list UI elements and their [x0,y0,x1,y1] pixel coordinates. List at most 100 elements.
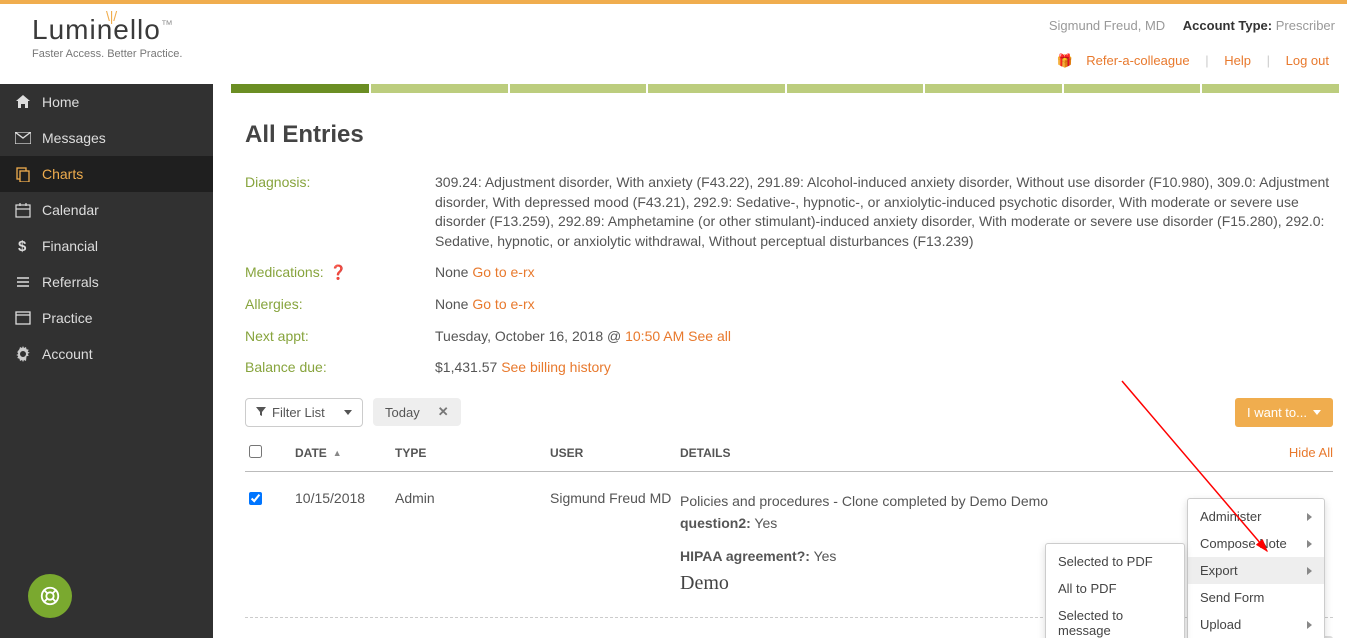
sidebar-item-financial[interactable]: $ Financial [0,228,213,264]
sidebar-item-label: Account [42,346,93,362]
chevron-down-icon [344,410,352,415]
question2-value: Yes [754,515,777,531]
calendar-icon [14,202,32,218]
header-right: Sigmund Freud, MD Account Type: Prescrib… [1049,14,1335,69]
menu-compose-note[interactable]: Compose Note [1188,530,1324,557]
sort-asc-icon: ▲ [333,448,342,458]
gift-icon: 🎁 [1056,53,1072,68]
sidebar-item-calendar[interactable]: Calendar [0,192,213,228]
chevron-right-icon [1307,513,1312,521]
menu-export[interactable]: Export [1188,557,1324,584]
sidebar-item-account[interactable]: Account [0,336,213,372]
account-type-label: Account Type: [1183,18,1272,33]
tab[interactable] [648,84,787,93]
envelope-icon [14,132,32,144]
logo-text: \ | / Luminello™ [32,14,174,46]
row-checkbox[interactable] [249,492,262,505]
tab[interactable] [371,84,510,93]
sidebar-item-label: Calendar [42,202,99,218]
tab[interactable] [787,84,926,93]
tab[interactable] [1064,84,1203,93]
billing-history-link[interactable]: See billing history [501,359,611,375]
i-want-menu: Administer Compose Note Export Send Form… [1187,498,1325,638]
balance-label: Balance due: [245,358,435,378]
sidebar-item-home[interactable]: Home [0,84,213,120]
sidebar: Home Messages Charts Calendar $ Financia… [0,84,213,638]
sidebar-item-label: Charts [42,166,83,182]
sidebar-item-messages[interactable]: Messages [0,120,213,156]
help-link[interactable]: Help [1224,53,1251,68]
tab-active[interactable] [231,84,371,93]
filter-list-button[interactable]: Filter List [245,398,363,427]
toolbar: Filter List Today ✕ I want to... [231,390,1347,435]
menu-administer[interactable]: Administer [1188,503,1324,530]
export-submenu: Selected to PDF All to PDF Selected to m… [1045,543,1185,638]
sidebar-item-referrals[interactable]: Referrals [0,264,213,300]
i-want-to-button[interactable]: I want to... [1235,398,1333,427]
header-user-name: Sigmund Freud, MD [1049,18,1165,33]
medications-label: Medications: ❓ [245,263,435,283]
row-type: Admin [395,490,550,599]
tab[interactable] [510,84,649,93]
sidebar-item-practice[interactable]: Practice [0,300,213,336]
chip-label: Today [385,405,420,420]
medications-erx-link[interactable]: Go to e-rx [472,264,534,280]
col-type[interactable]: TYPE [395,446,550,460]
sidebar-item-charts[interactable]: Charts [0,156,213,192]
separator: | [1205,53,1208,68]
logo-tagline: Faster Access. Better Practice. [32,48,182,60]
gear-icon [14,346,32,362]
separator: | [1267,53,1270,68]
submenu-all-pdf[interactable]: All to PDF [1046,575,1184,602]
list-icon [14,274,32,290]
dollar-icon: $ [14,238,32,254]
question2-label: question2: [680,515,751,531]
medications-value: None Go to e-rx [435,263,1333,283]
filter-label: Filter List [272,405,325,420]
tab[interactable] [925,84,1064,93]
help-icon[interactable]: ❓ [329,264,346,280]
submenu-selected-pdf[interactable]: Selected to PDF [1046,548,1184,575]
logo[interactable]: \ | / Luminello™ Faster Access. Better P… [32,14,182,60]
sidebar-item-label: Referrals [42,274,99,290]
menu-upload[interactable]: Upload [1188,611,1324,638]
submenu-selected-message[interactable]: Selected to message [1046,602,1184,638]
allergies-value: None Go to e-rx [435,295,1333,315]
menu-send-form[interactable]: Send Form [1188,584,1324,611]
home-icon [14,94,32,110]
next-appt-value: Tuesday, October 16, 2018 @ 10:50 AM See… [435,327,1333,347]
svg-text:$: $ [18,238,27,254]
i-want-label: I want to... [1247,405,1307,420]
col-user[interactable]: USER [550,446,680,460]
sidebar-item-label: Financial [42,238,98,254]
row-date: 10/15/2018 [295,490,395,599]
support-button[interactable] [28,574,72,618]
main-content: All Entries Diagnosis: 309.24: Adjustmen… [213,84,1347,638]
refer-colleague-link[interactable]: Refer-a-colleague [1086,53,1189,68]
row-user: Sigmund Freud MD [550,490,680,599]
logout-link[interactable]: Log out [1286,53,1329,68]
account-type-value: Prescriber [1276,18,1335,33]
diagnosis-label: Diagnosis: [245,173,435,251]
select-all-checkbox[interactable] [249,445,262,458]
logo-sun-icon: \ | / [106,8,115,24]
hipaa-value: Yes [814,548,837,564]
sidebar-item-label: Home [42,94,79,110]
filter-chip-today: Today ✕ [373,398,461,426]
hide-all-link[interactable]: Hide All [1289,445,1333,460]
allergies-erx-link[interactable]: Go to e-rx [472,296,534,312]
next-appt-link[interactable]: 10:50 AM See all [625,328,731,344]
header: \ | / Luminello™ Faster Access. Better P… [0,4,1347,84]
window-icon [14,311,32,325]
diagnosis-value: 309.24: Adjustment disorder, With anxiet… [435,173,1333,251]
table-header: DATE ▲ TYPE USER DETAILS Hide All [245,435,1333,472]
sidebar-item-label: Practice [42,310,93,326]
sidebar-item-label: Messages [42,130,106,146]
col-date[interactable]: DATE ▲ [295,446,395,460]
tab[interactable] [1202,84,1341,93]
page-title: All Entries [245,121,1347,149]
col-details[interactable]: DETAILS [680,446,1263,460]
balance-value: $1,431.57 See billing history [435,358,1333,378]
filter-icon [256,407,266,417]
chip-close-icon[interactable]: ✕ [438,404,449,420]
